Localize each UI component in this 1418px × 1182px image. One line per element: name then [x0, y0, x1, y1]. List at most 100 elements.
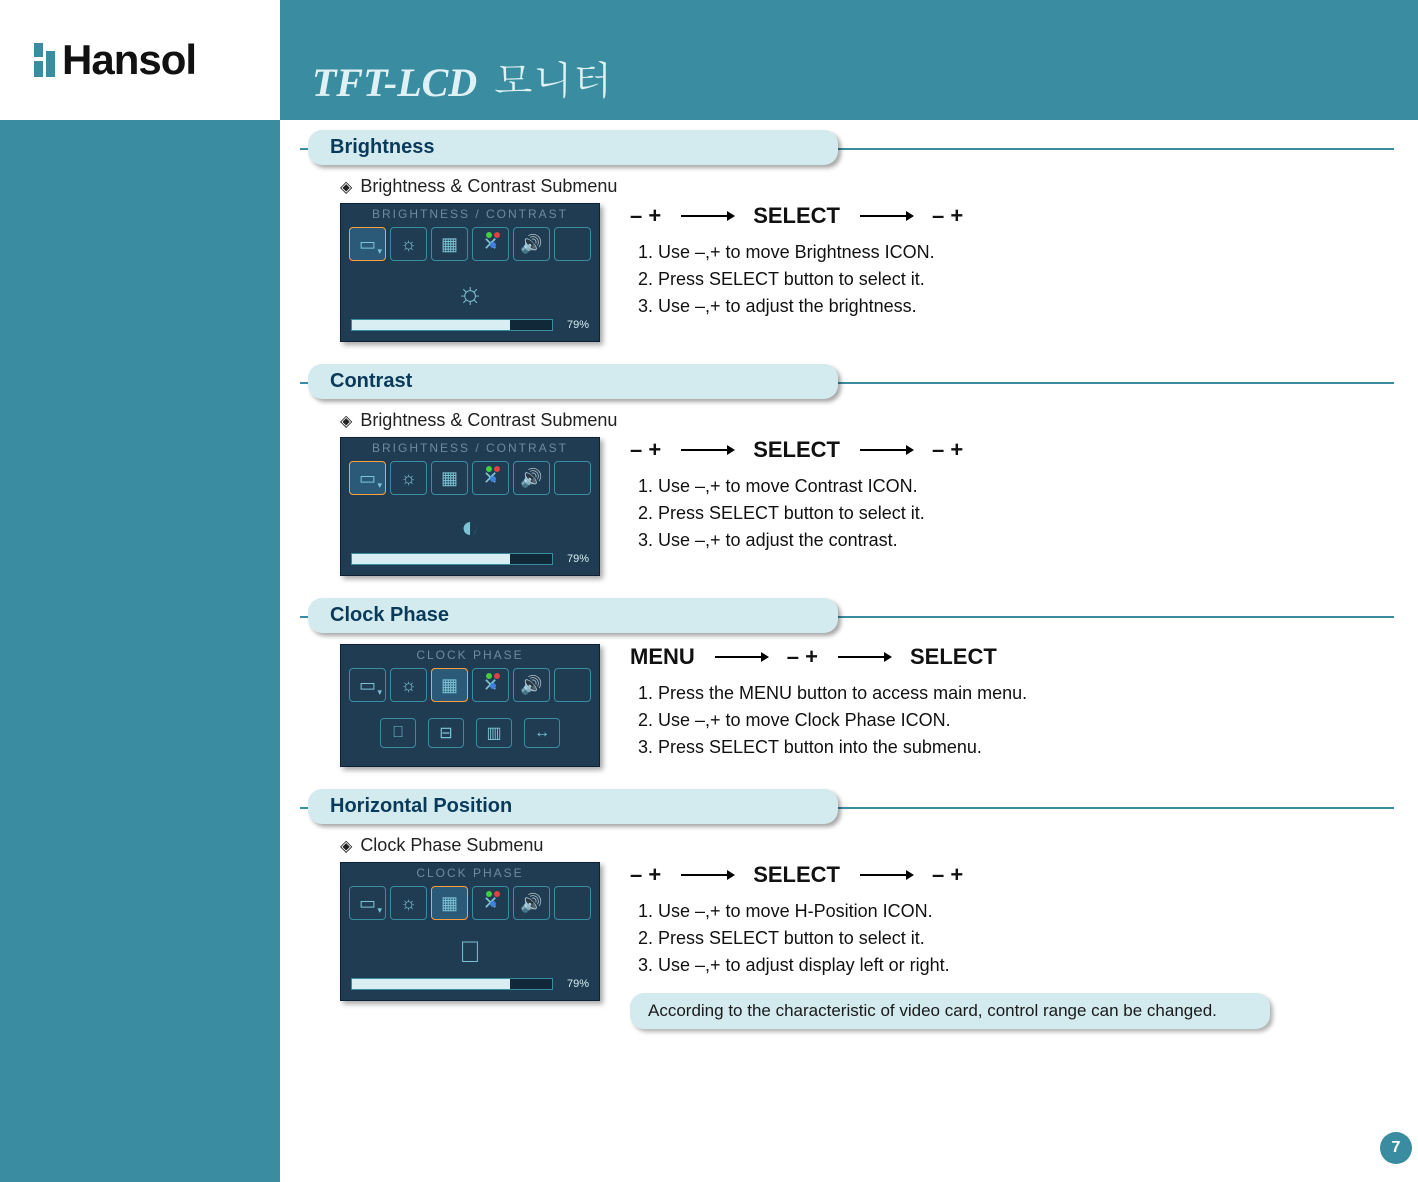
- section-heading-wrap: Clock Phase: [300, 598, 1394, 634]
- logo-icon: [34, 43, 56, 77]
- section-heading-wrap: Brightness: [300, 130, 1394, 166]
- arrow-label: – +: [630, 437, 661, 463]
- section-body: BRIGHTNESS / CONTRAST▭▾☼▦✕🔊◐79% – + SELECT…: [340, 437, 1394, 576]
- osd-title: BRIGHTNESS / CONTRAST: [341, 438, 599, 457]
- osd-panel: CLOCK PHASE▭▾☼▦✕🔊⎕⊟▥↔: [340, 644, 600, 767]
- steps-list: 1. Use –,+ to move Contrast ICON.2. Pres…: [638, 473, 1394, 554]
- osd-sub-icons: ⎕ ⊟ ▥ ↔: [341, 706, 599, 756]
- osd-tab: ▦: [431, 668, 468, 702]
- section-body: CLOCK PHASE▭▾☼▦✕🔊⎕79%– +SELECT– +1. Use …: [340, 862, 1394, 1029]
- osd-tabs: ▭▾☼▦✕🔊: [341, 457, 599, 499]
- sub-icon: ⎕: [380, 718, 416, 748]
- osd-tab: [554, 227, 591, 261]
- step-arrows: – +SELECT– +: [630, 862, 1394, 888]
- instructions: – +SELECT– + 1. Use –,+ to move H-Positio…: [630, 862, 1394, 1029]
- page-banner: TFT-LCD 모니터: [280, 0, 1418, 120]
- step-item: 2. Press SELECT button to select it.: [638, 925, 1394, 952]
- section-heading: Clock Phase: [308, 598, 838, 633]
- osd-tab: 🔊: [513, 461, 550, 495]
- osd-progress-bar: [351, 553, 553, 565]
- osd-tab: ☼: [390, 668, 427, 702]
- section-body: CLOCK PHASE▭▾☼▦✕🔊⎕⊟▥↔MENU– +SELECT1. Pre…: [340, 644, 1394, 767]
- instructions: – + SELECT – + 1. Use –,+ to move Contrast …: [630, 437, 1394, 554]
- osd-panel: CLOCK PHASE▭▾☼▦✕🔊⎕79%: [340, 862, 600, 1001]
- arrow-label: – +: [932, 862, 963, 888]
- section-heading-wrap: Contrast: [300, 364, 1394, 400]
- section-heading: Horizontal Position: [308, 789, 838, 824]
- arrow-label: – +: [932, 437, 963, 463]
- section-body: BRIGHTNESS / CONTRAST▭▾☼▦✕🔊☼79%– +SELECT…: [340, 203, 1394, 342]
- osd-title: BRIGHTNESS / CONTRAST: [341, 204, 599, 223]
- step-item: 3. Use –,+ to adjust the contrast.: [638, 527, 1394, 554]
- osd-tabs: ▭▾☼▦✕🔊: [341, 664, 599, 706]
- osd-center-icon: ◐: [341, 499, 599, 553]
- banner-title-en: TFT-LCD: [312, 59, 477, 106]
- osd-title: CLOCK PHASE: [341, 863, 599, 882]
- step-item: 1. Use –,+ to move Brightness ICON.: [638, 239, 1394, 266]
- section: Horizontal Position Clock Phase Submenu CL…: [300, 789, 1394, 1029]
- osd-tab: ▭▾: [349, 886, 386, 920]
- step-item: 1. Press the MENU button to access main …: [638, 680, 1394, 707]
- osd-percent: 79%: [559, 319, 589, 331]
- osd-tab: ▭▾: [349, 461, 386, 495]
- step-item: 2. Use –,+ to move Clock Phase ICON.: [638, 707, 1394, 734]
- arrow-label: SELECT: [910, 644, 997, 670]
- osd-tab: ☼: [390, 886, 427, 920]
- osd-center-icon: ☼: [341, 265, 599, 319]
- arrow-icon: [679, 203, 735, 229]
- osd-tab: ✕: [472, 668, 509, 702]
- arrow-icon: [858, 203, 914, 229]
- sub-icon: ▥: [476, 718, 512, 748]
- steps-list: 1. Use –,+ to move H-Position ICON.2. Pr…: [638, 898, 1394, 979]
- step-item: 3. Press SELECT button into the submenu.: [638, 734, 1394, 761]
- arrow-icon: [679, 437, 735, 463]
- arrow-label: – +: [932, 203, 963, 229]
- osd-tab: [554, 461, 591, 495]
- osd-title: CLOCK PHASE: [341, 645, 599, 664]
- arrow-icon: [836, 644, 892, 670]
- arrow-label: MENU: [630, 644, 695, 670]
- step-item: 1. Use –,+ to move Contrast ICON.: [638, 473, 1394, 500]
- osd-tab: ▭▾: [349, 668, 386, 702]
- section-heading: Brightness: [308, 130, 838, 165]
- section-subline: Clock Phase Submenu: [340, 835, 1394, 856]
- step-arrows: – + SELECT – +: [630, 437, 1394, 463]
- arrow-label: – +: [630, 862, 661, 888]
- osd-panel: BRIGHTNESS / CONTRAST▭▾☼▦✕🔊◐79%: [340, 437, 600, 576]
- step-item: 1. Use –,+ to move H-Position ICON.: [638, 898, 1394, 925]
- arrow-icon: [858, 862, 914, 888]
- osd-tab: [554, 668, 591, 702]
- arrow-label: – +: [630, 203, 661, 229]
- osd-tab: ☼: [390, 227, 427, 261]
- section-heading: Contrast: [308, 364, 838, 399]
- osd-tab: ✕: [472, 886, 509, 920]
- osd-bar-row: 79%: [341, 553, 599, 565]
- osd-tabs: ▭▾☼▦✕🔊: [341, 223, 599, 265]
- banner-title-kr: 모니터: [493, 50, 613, 106]
- step-item: 2. Press SELECT button to select it.: [638, 500, 1394, 527]
- arrow-label: SELECT: [753, 203, 840, 229]
- osd-center-icon: ⎕: [341, 924, 599, 978]
- logo-area: Hansol: [0, 0, 280, 120]
- osd-tab: ✕: [472, 227, 509, 261]
- steps-list: 1. Use –,+ to move Brightness ICON.2. Pr…: [638, 239, 1394, 320]
- note-pill: According to the characteristic of video…: [630, 993, 1270, 1029]
- osd-tab: 🔊: [513, 668, 550, 702]
- sidebar: [0, 120, 280, 1182]
- sub-icon: ↔: [524, 718, 560, 748]
- sub-icon: ⊟: [428, 718, 464, 748]
- step-item: 2. Press SELECT button to select it.: [638, 266, 1394, 293]
- arrow-label: SELECT: [753, 437, 840, 463]
- osd-progress-bar: [351, 319, 553, 331]
- section-subline: Brightness & Contrast Submenu: [340, 176, 1394, 197]
- osd-tab: ▦: [431, 227, 468, 261]
- arrow-icon: [713, 644, 769, 670]
- page-number-badge: 7: [1380, 1132, 1412, 1164]
- osd-tab: ▦: [431, 886, 468, 920]
- osd-tab: ✕: [472, 461, 509, 495]
- osd-panel: BRIGHTNESS / CONTRAST▭▾☼▦✕🔊☼79%: [340, 203, 600, 342]
- osd-progress-bar: [351, 978, 553, 990]
- osd-percent: 79%: [559, 978, 589, 990]
- section: ContrastBrightness & Contrast SubmenuBRI…: [300, 364, 1394, 576]
- arrow-icon: [679, 862, 735, 888]
